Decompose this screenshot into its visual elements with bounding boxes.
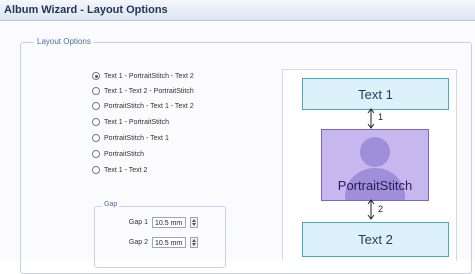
preview-portrait-box: PortraitStitch bbox=[321, 129, 429, 201]
layout-option-2[interactable]: Text 1 - Text 2 - PortraitStitch bbox=[92, 84, 194, 98]
layout-option-label: Text 1 - PortraitStitch - Text 2 bbox=[104, 72, 194, 80]
gap2-input[interactable]: 10.5 mm bbox=[152, 236, 186, 248]
spinner-down-icon[interactable] bbox=[192, 242, 196, 246]
preview-text1-box: Text 1 bbox=[302, 78, 449, 110]
layout-option-6[interactable]: PortraitStitch bbox=[92, 147, 144, 161]
radio-button[interactable] bbox=[92, 166, 100, 174]
gap1-label: Gap 1 bbox=[128, 218, 148, 226]
preview-text2-box: Text 2 bbox=[302, 222, 449, 257]
gap1-arrow-icon bbox=[367, 108, 375, 129]
radio-button[interactable] bbox=[92, 87, 100, 95]
gap2-row: Gap 2 10.5 mm bbox=[118, 235, 198, 249]
gap2-arrow-icon bbox=[367, 199, 375, 220]
spinner-up-icon[interactable] bbox=[192, 218, 196, 222]
layout-option-3[interactable]: PortraitStitch - Text 1 - Text 2 bbox=[92, 99, 194, 113]
spinner-down-icon[interactable] bbox=[192, 222, 196, 226]
layout-option-label: PortraitStitch - Text 1 - Text 2 bbox=[104, 102, 194, 110]
spinner-up-icon[interactable] bbox=[192, 238, 196, 242]
radio-button[interactable] bbox=[92, 118, 100, 126]
radio-button[interactable] bbox=[92, 134, 100, 142]
gap1-marker: 1 bbox=[378, 112, 384, 122]
layout-option-label: Text 1 - Text 2 - PortraitStitch bbox=[104, 87, 194, 95]
radio-button[interactable] bbox=[92, 150, 100, 158]
title-bar: Album Wizard - Layout Options bbox=[0, 0, 475, 21]
gap1-spinner[interactable] bbox=[190, 216, 198, 228]
gap-legend: Gap bbox=[102, 201, 120, 208]
radio-button[interactable] bbox=[92, 102, 100, 110]
layout-options-legend: Layout Options bbox=[34, 37, 94, 46]
layout-option-label: Text 1 - Text 2 bbox=[104, 166, 148, 174]
layout-option-label: PortraitStitch - Text 1 bbox=[104, 134, 169, 142]
radio-button-selected[interactable] bbox=[92, 72, 100, 80]
layout-option-1[interactable]: Text 1 - PortraitStitch - Text 2 bbox=[92, 69, 194, 83]
gap2-spinner[interactable] bbox=[190, 236, 198, 248]
gap1-input[interactable]: 10.5 mm bbox=[152, 216, 186, 228]
gap1-row: Gap 1 10.5 mm bbox=[118, 215, 198, 229]
preview-portrait-label: PortraitStitch bbox=[337, 178, 413, 193]
layout-option-7[interactable]: Text 1 - Text 2 bbox=[92, 163, 147, 177]
window-title: Album Wizard - Layout Options bbox=[4, 4, 168, 16]
layout-option-label: PortraitStitch bbox=[104, 150, 145, 158]
layout-option-label: Text 1 - PortraitStitch bbox=[104, 118, 169, 126]
layout-option-5[interactable]: PortraitStitch - Text 1 bbox=[92, 131, 169, 145]
gap2-marker: 2 bbox=[378, 204, 384, 214]
gap2-label: Gap 2 bbox=[128, 238, 148, 246]
layout-option-4[interactable]: Text 1 - PortraitStitch bbox=[92, 115, 169, 129]
